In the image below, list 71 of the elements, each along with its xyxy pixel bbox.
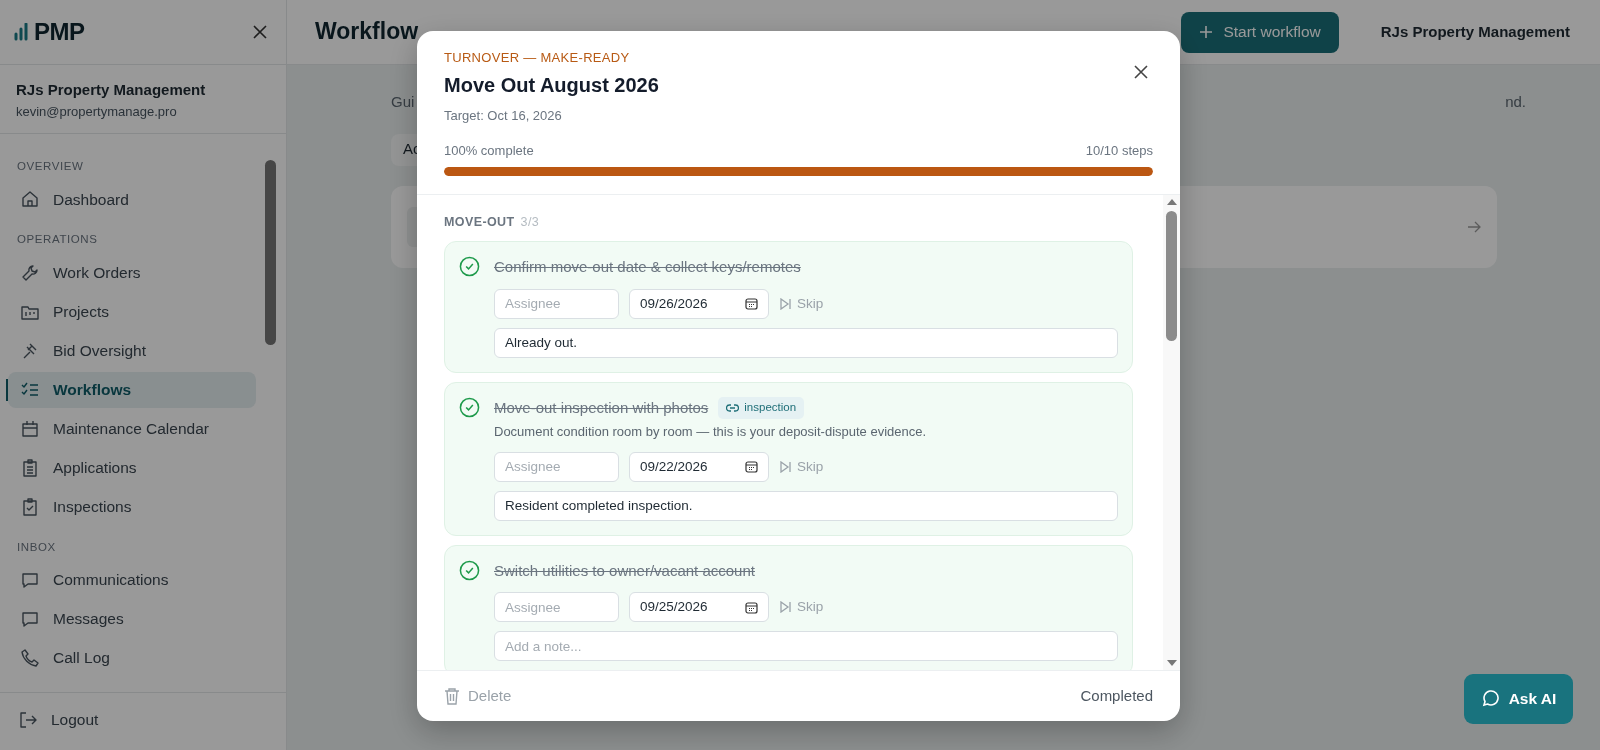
- calendar-icon: [745, 460, 758, 474]
- check-circle-icon[interactable]: [459, 559, 480, 581]
- nav-item[interactable]: Maintenance Calendar: [8, 410, 256, 447]
- calendar-icon: [20, 418, 40, 439]
- date-field[interactable]: 09/22/2026: [629, 451, 769, 482]
- skip-icon: [779, 460, 792, 473]
- nav-item[interactable]: Messages: [8, 600, 256, 637]
- assignee-field[interactable]: Assignee: [494, 592, 619, 623]
- arrow-right-icon: [1467, 220, 1481, 233]
- page-title: Workflow: [315, 18, 419, 46]
- workflow-category: TURNOVER — MAKE-READY: [444, 49, 631, 67]
- steps-count: 10/10 steps: [1085, 142, 1153, 160]
- close-icon[interactable]: [252, 24, 268, 40]
- home-icon: [20, 189, 40, 210]
- step-description: Document condition room by room — this is your deposit-dispute evidence.: [494, 423, 928, 442]
- nav-item[interactable]: Workflows: [8, 371, 256, 408]
- close-icon[interactable]: [1133, 64, 1149, 80]
- account-name: RJs Property Management: [16, 80, 207, 100]
- plus-icon: [1199, 25, 1214, 39]
- progress-label: 100% complete: [444, 142, 534, 160]
- ask-ai-button[interactable]: Ask AI: [1464, 674, 1573, 724]
- section-heading: OPERATIONS: [16, 232, 99, 248]
- intro-text: nd.: [1505, 92, 1526, 112]
- scrollbar[interactable]: [1163, 194, 1180, 670]
- logo-bars-icon: [14, 23, 30, 41]
- group-heading: MOVE-OUT: [444, 214, 515, 229]
- link-tag[interactable]: inspection: [718, 397, 805, 419]
- status-text: Completed: [1080, 685, 1153, 706]
- nav-item[interactable]: Projects: [8, 293, 256, 330]
- assignee-field[interactable]: Assignee: [494, 451, 619, 482]
- assignee-field[interactable]: Assignee: [494, 288, 619, 319]
- note-field[interactable]: Resident completed inspection.: [494, 490, 1118, 521]
- note-field[interactable]: Add a note...: [494, 631, 1118, 662]
- check-circle-icon[interactable]: [459, 396, 480, 418]
- nav-item[interactable]: Bid Oversight: [8, 332, 256, 369]
- logo-text: PMP: [34, 17, 85, 47]
- modal-title: Move Out August 2026: [444, 72, 659, 98]
- clipboard-icon: [20, 457, 40, 478]
- calendar-icon: [745, 297, 758, 311]
- start-workflow-button[interactable]: Start workflow: [1181, 11, 1339, 53]
- skip-icon: [779, 601, 792, 614]
- step-title: Move-out inspection with photos: [494, 397, 709, 418]
- logout-item[interactable]: Logout: [18, 702, 266, 738]
- note-field[interactable]: Already out.: [494, 327, 1118, 358]
- chat-bubble-icon: [1480, 690, 1499, 708]
- step-title: Confirm move-out date & collect keys/remotes: [494, 257, 801, 278]
- date-field[interactable]: 09/25/2026: [629, 592, 769, 623]
- calendar-icon: [745, 600, 758, 614]
- target-date: Target: Oct 16, 2026: [444, 106, 563, 125]
- wrench-icon: [20, 262, 40, 283]
- nav-item[interactable]: Work Orders: [8, 254, 256, 291]
- section-heading: INBOX: [16, 539, 57, 555]
- nav-item[interactable]: Communications: [8, 561, 256, 598]
- nav-item[interactable]: Dashboard: [8, 181, 256, 218]
- step-title: Switch utilities to owner/vacant account: [494, 560, 755, 581]
- phone-icon: [20, 647, 40, 668]
- trash-icon: [444, 687, 460, 705]
- account-email: kevin@propertymanage.pro: [16, 102, 178, 121]
- clipboard-check-icon: [20, 496, 40, 517]
- skip-icon: [779, 297, 792, 310]
- group-count: 3/3: [520, 214, 540, 229]
- link-icon: [726, 403, 740, 413]
- logout-icon: [18, 710, 38, 730]
- section-heading: OVERVIEW: [16, 159, 85, 174]
- nav-item[interactable]: Inspections: [8, 488, 256, 525]
- date-field[interactable]: 09/26/2026: [629, 288, 769, 319]
- nav-item[interactable]: Call Log: [8, 639, 256, 676]
- nav-item[interactable]: Applications: [8, 449, 256, 486]
- organization-name: RJs Property Management: [1380, 21, 1570, 42]
- check-circle-icon[interactable]: [459, 256, 480, 278]
- intro-text: Gui: [391, 92, 415, 112]
